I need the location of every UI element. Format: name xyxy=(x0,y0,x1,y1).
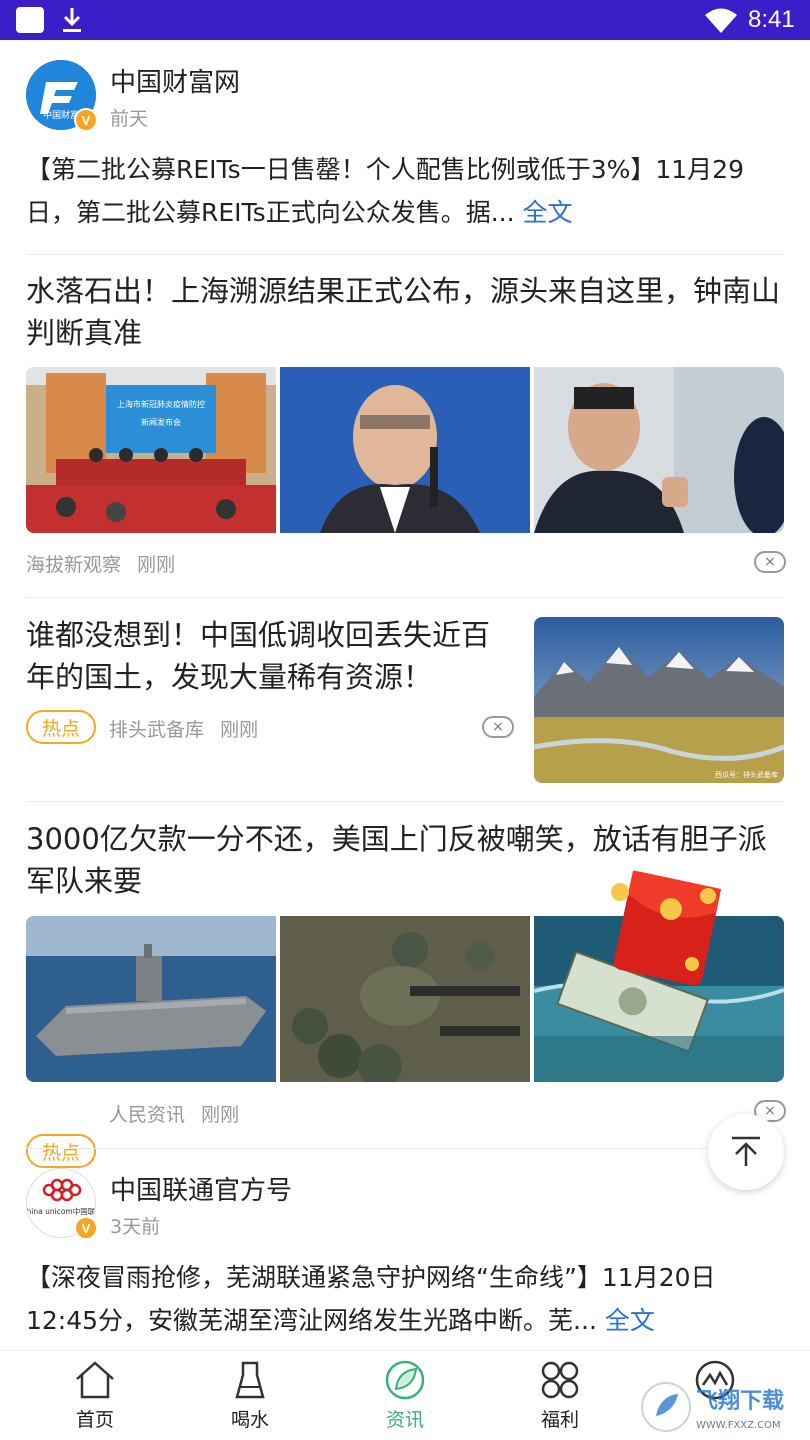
status-bar: 8:41 xyxy=(0,0,810,40)
tab-home[interactable]: 首页 xyxy=(40,1357,150,1437)
news-image[interactable]: 上海市新冠肺炎疫情防控 新闻发布会 xyxy=(26,367,276,533)
download-icon xyxy=(63,8,81,32)
divider xyxy=(26,597,784,598)
news-title[interactable]: 谁都没想到！中国低调收回丢失近百年的国土，发现大量稀有资源！ xyxy=(26,614,516,698)
status-time: 8:41 xyxy=(748,6,795,33)
news-image[interactable] xyxy=(280,916,530,1082)
news-image[interactable] xyxy=(280,367,530,533)
svg-text:西瓜号：排头武备库: 西瓜号：排头武备库 xyxy=(715,770,778,779)
red-envelope-icon[interactable] xyxy=(604,868,724,986)
divider xyxy=(26,1148,784,1149)
hot-tag: 热点 xyxy=(26,1134,96,1168)
tab-welfare[interactable]: 福利 xyxy=(505,1357,615,1437)
full-text-link[interactable]: 全文 xyxy=(605,1306,655,1335)
home-icon xyxy=(76,1361,114,1399)
arrow-up-icon xyxy=(732,1136,760,1166)
water-cup-icon xyxy=(235,1361,265,1399)
post-text[interactable]: 【深夜冒雨抢修，芜湖联通紧急守护网络“生命线”】11月20日12:45分，安徽芜… xyxy=(26,1256,786,1342)
grid-icon xyxy=(541,1361,579,1399)
news-leaf-icon xyxy=(385,1360,425,1400)
post-time: 前天 xyxy=(110,108,149,130)
divider xyxy=(26,801,784,802)
wifi-icon xyxy=(705,8,737,33)
svg-text:WWW.FXXZ.COM: WWW.FXXZ.COM xyxy=(696,1420,781,1431)
app-notification-icon xyxy=(16,7,44,33)
verified-badge: V xyxy=(74,108,98,132)
author-name[interactable]: 中国联通官方号 xyxy=(110,1170,292,1207)
news-time: 刚刚 xyxy=(137,554,176,576)
full-text-link[interactable]: 全文 xyxy=(523,198,573,227)
author-name[interactable]: 中国财富网 xyxy=(110,62,240,99)
svg-text:上海市新冠肺炎疫情防控: 上海市新冠肺炎疫情防控 xyxy=(117,399,205,409)
news-source: 海拔新观察 xyxy=(26,554,122,576)
news-image[interactable] xyxy=(26,916,276,1082)
tab-water[interactable]: 喝水 xyxy=(195,1357,305,1437)
news-image[interactable] xyxy=(534,367,784,533)
tab-news[interactable]: 资讯 xyxy=(350,1357,460,1437)
verified-badge: V xyxy=(74,1216,98,1240)
dismiss-button[interactable]: × xyxy=(754,551,786,573)
news-image[interactable]: 西瓜号：排头武备库 xyxy=(534,617,784,783)
news-title[interactable]: 水落石出！上海溯源结果正式公布，源头来自这里，钟南山判断真准 xyxy=(26,270,786,354)
hot-tag: 热点 xyxy=(26,710,96,744)
divider xyxy=(26,254,784,255)
svg-text:新闻发布会: 新闻发布会 xyxy=(141,417,181,427)
back-to-top-button[interactable] xyxy=(708,1114,784,1190)
watermark-logo: 飞翔下载 WWW.FXXZ.COM xyxy=(640,1378,806,1436)
avatar[interactable]: China unicom中国联通 V xyxy=(26,1168,98,1240)
avatar[interactable]: 中国财富 V xyxy=(26,60,98,132)
news-time: 刚刚 xyxy=(220,719,259,741)
news-feed[interactable]: 中国财富 V 中国财富网 前天 【第二批公募REITs一日售罄！个人配售比例或低… xyxy=(0,40,810,1350)
dismiss-button[interactable]: × xyxy=(482,716,514,738)
svg-text:飞翔下载: 飞翔下载 xyxy=(696,1388,784,1414)
post-text[interactable]: 【第二批公募REITs一日售罄！个人配售比例或低于3%】11月29日，第二批公募… xyxy=(26,148,786,234)
news-source: 排头武备库 xyxy=(109,719,205,741)
news-time: 刚刚 xyxy=(201,1104,240,1126)
post-time: 3天前 xyxy=(110,1216,161,1238)
news-source: 人民资讯 xyxy=(109,1104,186,1126)
svg-text:China unicom中国联通: China unicom中国联通 xyxy=(27,1206,96,1216)
